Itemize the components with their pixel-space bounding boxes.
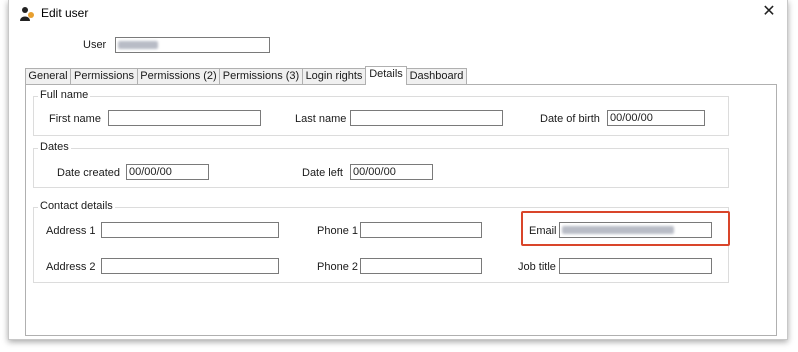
- edit-user-dialog: Edit user ✕ User General Permissions Per…: [8, 0, 788, 340]
- contact-details-title: Contact details: [38, 200, 115, 212]
- tab-permissions[interactable]: Permissions: [70, 68, 138, 84]
- title-bar: Edit user ✕: [9, 0, 787, 28]
- address1-field[interactable]: [101, 222, 279, 238]
- first-name-field[interactable]: [108, 110, 261, 126]
- phone1-field[interactable]: [360, 222, 482, 238]
- tab-permissions-2[interactable]: Permissions (2): [137, 68, 220, 84]
- date-left-field[interactable]: [350, 164, 433, 180]
- date-created-field[interactable]: [126, 164, 209, 180]
- user-label: User: [83, 39, 107, 51]
- user-value-blurred: [118, 41, 158, 49]
- address2-field[interactable]: [101, 258, 279, 274]
- tab-login-rights[interactable]: Login rights: [302, 68, 366, 84]
- job-title-field[interactable]: [559, 258, 712, 274]
- phone1-label: Phone 1: [317, 225, 358, 237]
- user-field[interactable]: [115, 37, 270, 53]
- last-name-label: Last name: [295, 113, 347, 125]
- date-created-label: Date created: [57, 167, 120, 179]
- phone2-label: Phone 2: [317, 261, 358, 273]
- dob-field[interactable]: [607, 110, 705, 126]
- tab-dashboard[interactable]: Dashboard: [406, 68, 467, 84]
- last-name-field[interactable]: [350, 110, 503, 126]
- date-left-label: Date left: [302, 167, 343, 179]
- window-title: Edit user: [41, 6, 89, 20]
- full-name-title: Full name: [38, 89, 91, 101]
- users-icon: [20, 7, 34, 21]
- tab-general[interactable]: General: [25, 68, 71, 84]
- first-name-label: First name: [49, 113, 101, 125]
- phone2-field[interactable]: [360, 258, 482, 274]
- close-icon[interactable]: ✕: [759, 4, 779, 22]
- dates-title: Dates: [38, 141, 71, 153]
- tab-details[interactable]: Details: [365, 66, 407, 85]
- dob-label: Date of birth: [540, 113, 600, 125]
- tab-permissions-3[interactable]: Permissions (3): [219, 68, 303, 84]
- address2-label: Address 2: [46, 261, 96, 273]
- email-highlight-box: [521, 211, 730, 246]
- address1-label: Address 1: [46, 225, 96, 237]
- job-title-label: Job title: [518, 261, 556, 273]
